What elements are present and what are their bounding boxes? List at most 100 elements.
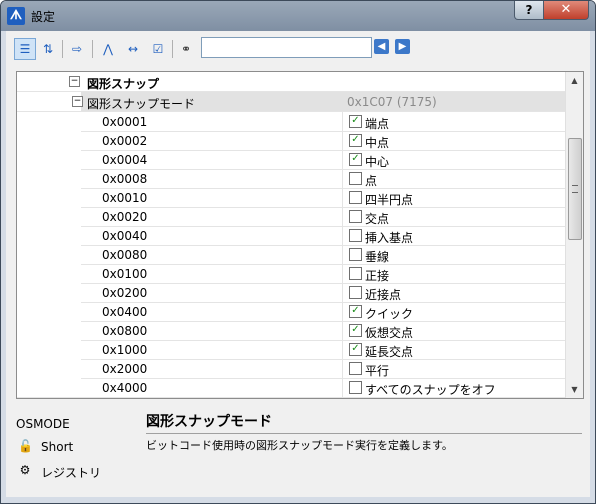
- snap-label: 四半円点: [365, 193, 414, 207]
- column-divider: [342, 245, 343, 264]
- snap-label: 点: [365, 174, 378, 188]
- settings-window: ᗑ 設定 ? ✕ ☰ ⇅ ⇨ ⋀ ↔ ☑ ⚭ ◀ ▶ − 図形スナップ − 図形…: [0, 0, 596, 504]
- search-input[interactable]: [201, 37, 372, 58]
- column-divider: [342, 131, 343, 150]
- column-divider: [342, 264, 343, 283]
- toolbar-separator: [92, 40, 93, 58]
- alphabetical-sort-icon[interactable]: ⇅: [38, 39, 58, 59]
- snap-checkbox[interactable]: [349, 229, 362, 242]
- column-divider: [342, 188, 343, 207]
- snap-checkbox[interactable]: ✓: [349, 115, 362, 128]
- row-gutter: [17, 359, 81, 378]
- column-divider: [342, 321, 343, 340]
- snap-checkbox[interactable]: ✓: [349, 153, 362, 166]
- table-row[interactable]: 0x0400 ✓ クイック: [17, 302, 565, 322]
- snap-label: 中心: [365, 155, 390, 169]
- table-row[interactable]: 0x0100 正接: [17, 264, 565, 284]
- snap-checkbox[interactable]: [349, 267, 362, 280]
- scroll-down-icon[interactable]: ▼: [566, 381, 583, 398]
- category-label: 図形スナップ: [87, 77, 160, 91]
- subcategory-row[interactable]: − 図形スナップモード 0x1C07 (7175): [17, 92, 565, 112]
- table-row[interactable]: 0x0200 近接点: [17, 283, 565, 303]
- column-divider: [342, 226, 343, 245]
- snap-label: 挿入基点: [365, 231, 414, 245]
- table-row[interactable]: 0x0020 交点: [17, 207, 565, 227]
- row-gutter: [17, 131, 81, 150]
- row-gutter: [17, 321, 81, 340]
- bit-code: 0x0008: [102, 172, 148, 186]
- table-row[interactable]: 0x2000 平行: [17, 359, 565, 379]
- bit-code: 0x0400: [102, 305, 148, 319]
- vertical-scrollbar[interactable]: ▲ ▼: [565, 72, 583, 398]
- property-grid: − 図形スナップ − 図形スナップモード 0x1C07 (7175) 0x000…: [16, 71, 584, 399]
- snap-checkbox[interactable]: [349, 191, 362, 204]
- scroll-thumb[interactable]: [568, 138, 582, 240]
- close-button[interactable]: ✕: [543, 1, 589, 20]
- table-row[interactable]: 0x1000 ✓ 延長交点: [17, 340, 565, 360]
- snap-checkbox[interactable]: [349, 248, 362, 261]
- snap-label: 中点: [365, 136, 390, 150]
- table-row[interactable]: 0x0004 ✓ 中心: [17, 150, 565, 170]
- collapse-icon[interactable]: −: [69, 76, 80, 87]
- snap-label: 仮想交点: [365, 326, 414, 340]
- snap-checkbox[interactable]: [349, 362, 362, 375]
- snap-label: 垂線: [365, 250, 390, 264]
- app-logo-icon[interactable]: ⋀: [98, 39, 118, 59]
- table-row[interactable]: 0x0002 ✓ 中点: [17, 131, 565, 151]
- table-row[interactable]: 0x0008 点: [17, 169, 565, 189]
- snap-checkbox[interactable]: ✓: [349, 305, 362, 318]
- snap-label: 正接: [365, 269, 390, 283]
- bit-code: 0x0080: [102, 248, 148, 262]
- registry-icon: ⚙: [19, 463, 31, 477]
- column-divider: [342, 150, 343, 169]
- help-button[interactable]: ?: [514, 1, 544, 20]
- category-row[interactable]: − 図形スナップ: [17, 72, 565, 92]
- snap-checkbox[interactable]: ✓: [349, 134, 362, 147]
- forward-arrow-icon[interactable]: ▶: [395, 39, 410, 54]
- snap-checkbox[interactable]: [349, 210, 362, 223]
- checklist-icon[interactable]: ☑: [148, 39, 168, 59]
- collapse-icon[interactable]: −: [72, 96, 83, 107]
- bit-code: 0x0001: [102, 115, 148, 129]
- snap-checkbox[interactable]: ✓: [349, 343, 362, 356]
- bit-code: 0x1000: [102, 343, 148, 357]
- snap-label: 交点: [365, 212, 390, 226]
- categorized-view-icon[interactable]: ☰: [14, 38, 36, 60]
- export-icon[interactable]: ⇨: [67, 39, 87, 59]
- row-gutter: [17, 264, 81, 283]
- table-row[interactable]: 0x4000 すべてのスナップをオフ: [17, 378, 565, 398]
- bit-code: 0x0800: [102, 324, 148, 338]
- table-row[interactable]: 0x0010 四半円点: [17, 188, 565, 208]
- row-gutter: [17, 207, 81, 226]
- info-panel: OSMODE 🔓 Short ⚙ レジストリ 図形スナップモード ビットコード使…: [6, 403, 590, 497]
- snap-checkbox[interactable]: [349, 286, 362, 299]
- snap-checkbox[interactable]: [349, 172, 362, 185]
- subcategory-label: 図形スナップモード: [87, 97, 196, 111]
- snap-label: 端点: [365, 117, 390, 131]
- column-divider: [342, 169, 343, 188]
- column-divider: [342, 378, 343, 397]
- row-gutter: [17, 283, 81, 302]
- snap-label: クイック: [365, 307, 414, 321]
- row-gutter: [17, 226, 81, 245]
- description-title: 図形スナップモード: [146, 414, 272, 430]
- title-bar[interactable]: ᗑ 設定 ? ✕: [1, 1, 595, 31]
- table-row[interactable]: 0x0800 ✓ 仮想交点: [17, 321, 565, 341]
- window-title: 設定: [31, 10, 56, 24]
- type-label: Short: [41, 440, 74, 454]
- table-row[interactable]: 0x0040 挿入基点: [17, 226, 565, 246]
- dimension-icon[interactable]: ↔: [123, 39, 143, 59]
- bit-code: 0x4000: [102, 381, 148, 395]
- snap-checkbox[interactable]: [349, 381, 362, 394]
- column-divider: [342, 302, 343, 321]
- binoculars-icon[interactable]: ⚭: [176, 39, 196, 59]
- row-gutter: [17, 169, 81, 188]
- snap-label: 延長交点: [365, 345, 414, 359]
- scroll-up-icon[interactable]: ▲: [566, 72, 583, 89]
- table-row[interactable]: 0x0080 垂線: [17, 245, 565, 265]
- snap-label: 平行: [365, 364, 390, 378]
- table-row[interactable]: 0x0001 ✓ 端点: [17, 112, 565, 132]
- snap-checkbox[interactable]: ✓: [349, 324, 362, 337]
- back-arrow-icon[interactable]: ◀: [374, 39, 389, 54]
- bit-code: 0x0100: [102, 267, 148, 281]
